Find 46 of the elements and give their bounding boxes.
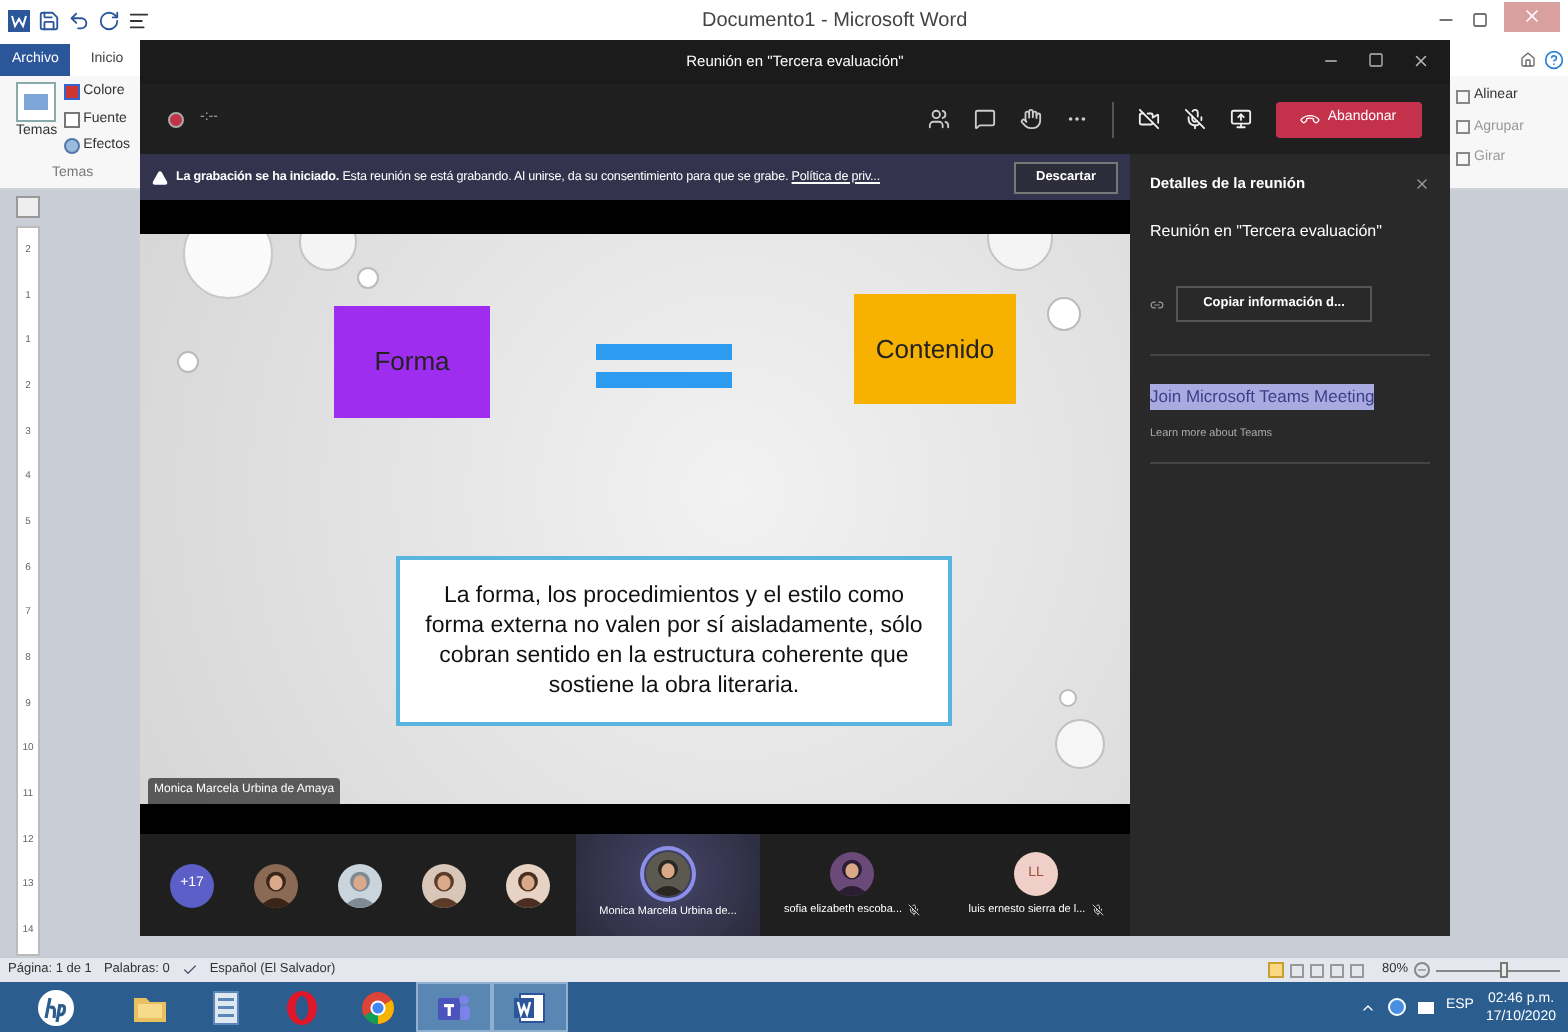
mic-off-icon — [1091, 904, 1104, 916]
mic-off-icon — [908, 904, 920, 916]
slide-caption: La forma, los procedimientos y el estilo como forma externa no valen por sí aisladamente, sólo cobran sentido en la estructura coherente que sostiene la obra literaria. — [423, 581, 925, 701]
camera-off-icon[interactable] — [1138, 108, 1160, 130]
chrome-icon[interactable] — [360, 989, 396, 1025]
ruler-toggle-icon[interactable] — [16, 196, 40, 218]
shape-label: Forma — [374, 344, 450, 381]
list-icon[interactable] — [128, 9, 150, 31]
save-icon[interactable] — [38, 9, 60, 31]
close-icon[interactable] — [1412, 52, 1430, 70]
link-icon — [1150, 297, 1164, 312]
close-icon[interactable] — [1414, 175, 1430, 192]
mic-off-icon[interactable] — [1184, 108, 1206, 130]
arrange-icon — [1456, 151, 1470, 166]
equals-sign-drawing — [596, 344, 732, 388]
word-logo-icon[interactable] — [8, 9, 30, 31]
raise-hand-icon[interactable] — [1020, 108, 1042, 130]
teams-icon[interactable] — [436, 989, 472, 1025]
themes-icon — [16, 82, 57, 122]
zoom-slider-thumb[interactable] — [1499, 961, 1508, 977]
window-title: Documento1 - Microsoft Word — [702, 7, 968, 35]
arrange-icon — [1456, 89, 1470, 104]
warning-icon — [152, 169, 168, 185]
home-icon[interactable] — [1520, 52, 1536, 68]
restore-icon[interactable] — [1472, 12, 1488, 28]
participants-icon[interactable] — [928, 108, 950, 130]
help-icon[interactable] — [1544, 50, 1564, 70]
undo-icon[interactable] — [68, 9, 90, 31]
join-meeting-link[interactable]: Join Microsoft Teams Meeting — [1150, 384, 1375, 410]
arrange-icon — [1456, 120, 1470, 135]
recording-icon — [168, 111, 184, 127]
proofing-icon[interactable] — [181, 962, 198, 978]
meeting-name: Reunión en "Tercera evaluación" — [1150, 220, 1384, 245]
notepad-icon[interactable] — [212, 989, 240, 1025]
document-icon[interactable] — [512, 989, 548, 1025]
chat-icon[interactable] — [974, 108, 996, 130]
shape-label: Contenido — [875, 331, 995, 368]
tray-icon[interactable] — [1387, 998, 1406, 1016]
taskbar-button[interactable] — [492, 982, 568, 1032]
hp-logo-icon[interactable] — [36, 987, 76, 1027]
redo-icon[interactable] — [98, 9, 120, 31]
close-icon — [1522, 6, 1542, 26]
taskbar-button[interactable] — [416, 982, 492, 1032]
share-screen-icon[interactable] — [1230, 108, 1252, 130]
maximize-icon[interactable] — [1368, 52, 1384, 68]
zoom-out-icon[interactable] — [1414, 962, 1430, 978]
